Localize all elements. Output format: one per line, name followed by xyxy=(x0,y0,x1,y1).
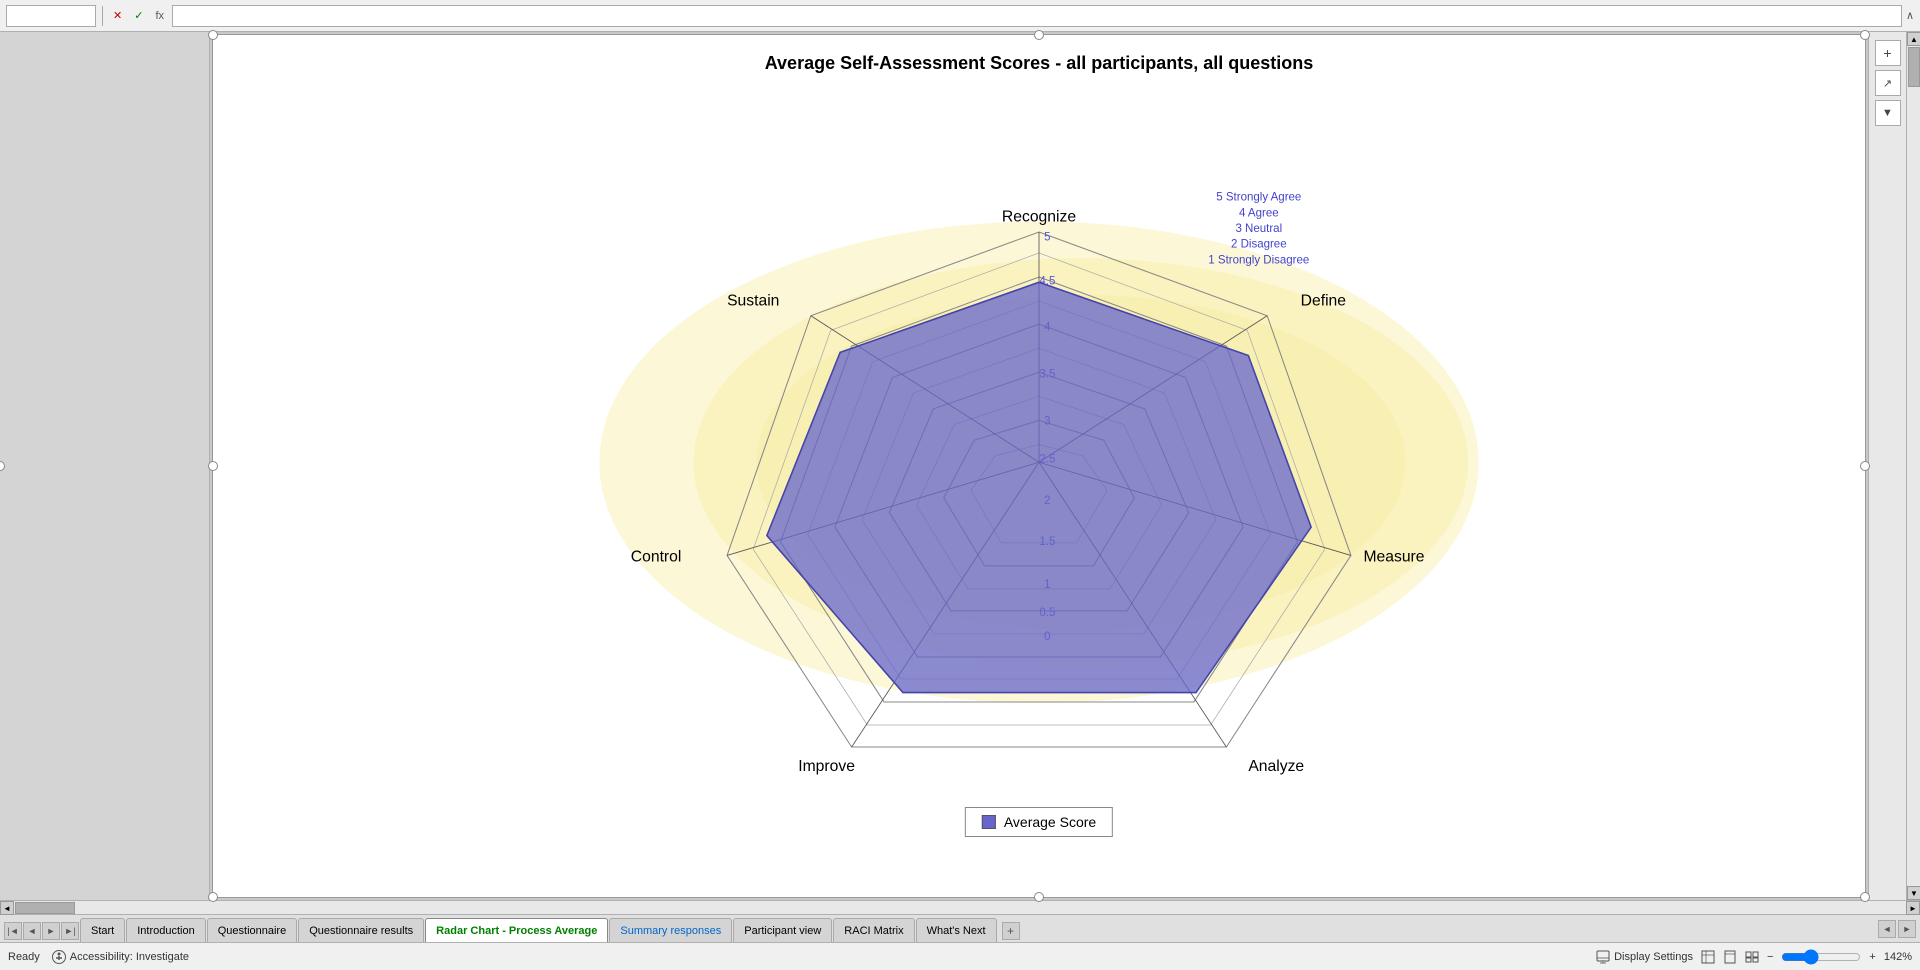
tab-raci-matrix[interactable]: RACI Matrix xyxy=(833,918,914,942)
tab-scroll-left[interactable]: ◄ xyxy=(1878,920,1896,938)
chart-controls-sidebar: + ↗ ▼ xyxy=(1868,32,1906,900)
tab-radar-chart[interactable]: Radar Chart - Process Average xyxy=(425,918,608,942)
svg-text:2 Disagree: 2 Disagree xyxy=(1231,239,1287,251)
tab-nav-last[interactable]: ►| xyxy=(61,922,79,940)
svg-text:Control: Control xyxy=(631,549,682,566)
tab-nav-first[interactable]: |◄ xyxy=(4,922,22,940)
bottom-right-handle[interactable] xyxy=(1860,892,1870,902)
top-center-handle[interactable] xyxy=(1034,30,1044,40)
chart-legend: Average Score xyxy=(965,807,1113,837)
h-scroll-track xyxy=(14,901,1906,914)
zoom-slider[interactable] xyxy=(1781,949,1861,965)
bottom-center-handle[interactable] xyxy=(1034,892,1044,902)
left-sidebar xyxy=(0,32,210,900)
formula-confirm-icon[interactable]: ✓ xyxy=(130,7,147,24)
bottom-left-handle[interactable] xyxy=(208,892,218,902)
display-settings-icon xyxy=(1596,950,1610,964)
main-area: Average Self-Assessment Scores - all par… xyxy=(0,32,1920,900)
svg-text:Recognize: Recognize xyxy=(1002,209,1076,226)
scroll-up-arrow[interactable]: ▲ xyxy=(1907,32,1920,46)
legend-color-swatch xyxy=(982,815,996,829)
svg-text:Improve: Improve xyxy=(798,758,855,775)
formula-cancel-icon[interactable]: ✕ xyxy=(109,7,126,24)
svg-text:Analyze: Analyze xyxy=(1248,758,1304,775)
status-ready: Ready xyxy=(8,951,40,963)
scroll-right-arrow[interactable]: ► xyxy=(1906,901,1920,915)
tab-start[interactable]: Start xyxy=(80,918,125,942)
tab-participant-view[interactable]: Participant view xyxy=(733,918,832,942)
tab-bar: |◄ ◄ ► ►| Start Introduction Questionnai… xyxy=(0,914,1920,942)
page-layout-icon[interactable] xyxy=(1723,950,1737,964)
zoom-in-btn[interactable]: + xyxy=(1869,951,1875,963)
zoom-level: 142% xyxy=(1884,951,1912,963)
top-right-handle[interactable] xyxy=(1860,30,1870,40)
tab-questionnaire[interactable]: Questionnaire xyxy=(207,918,298,942)
scroll-down-arrow[interactable]: ▼ xyxy=(1907,886,1920,900)
add-sheet-button[interactable]: + xyxy=(1002,922,1020,940)
display-settings-label: Display Settings xyxy=(1614,951,1693,963)
status-right: Display Settings − + 142% xyxy=(1596,949,1912,965)
status-bar: Ready Accessibility: Investigate Display… xyxy=(0,942,1920,970)
tab-questionnaire-results[interactable]: Questionnaire results xyxy=(298,918,424,942)
chart-zoom-in-button[interactable]: + xyxy=(1875,40,1901,66)
chart-container: Average Self-Assessment Scores - all par… xyxy=(212,34,1866,898)
svg-text:1 Strongly Disagree: 1 Strongly Disagree xyxy=(1208,254,1309,266)
vertical-scrollbar: ▲ ▼ xyxy=(1906,32,1920,900)
svg-text:Define: Define xyxy=(1301,292,1347,309)
chart-filter-button[interactable]: ▼ xyxy=(1875,100,1901,126)
formula-bar: ✕ ✓ fx ∧ xyxy=(0,0,1920,32)
svg-text:4 Agree: 4 Agree xyxy=(1239,207,1279,219)
top-left-handle[interactable] xyxy=(208,30,218,40)
formula-divider xyxy=(102,6,103,26)
tab-introduction[interactable]: Introduction xyxy=(126,918,205,942)
formula-expand-icon[interactable]: ∧ xyxy=(1906,9,1914,22)
tab-nav-next[interactable]: ► xyxy=(42,922,60,940)
radar-chart-svg: 4.5 4 3.5 3 2.5 2 1.5 1 0.5 0 5 Recogniz… xyxy=(213,75,1865,808)
accessibility-label: Accessibility: Investigate xyxy=(70,951,189,963)
page-break-icon[interactable] xyxy=(1745,950,1759,964)
scroll-thumb[interactable] xyxy=(1908,47,1920,87)
svg-text:5 Strongly Agree: 5 Strongly Agree xyxy=(1216,192,1301,204)
tab-scroll-right[interactable]: ► xyxy=(1898,920,1916,938)
chart-expand-button[interactable]: ↗ xyxy=(1875,70,1901,96)
svg-text:Measure: Measure xyxy=(1363,549,1424,566)
left-resize-handle[interactable] xyxy=(0,461,5,471)
tab-nav-prev[interactable]: ◄ xyxy=(23,922,41,940)
display-settings-btn[interactable]: Display Settings xyxy=(1596,950,1693,964)
scroll-track xyxy=(1907,46,1920,886)
formula-fx-icon[interactable]: fx xyxy=(151,8,168,24)
h-scroll-thumb[interactable] xyxy=(15,902,75,914)
zoom-out-btn[interactable]: − xyxy=(1767,951,1773,963)
formula-input[interactable] xyxy=(172,5,1902,27)
normal-view-icon[interactable] xyxy=(1701,950,1715,964)
accessibility-icon xyxy=(52,950,66,964)
svg-text:Sustain: Sustain xyxy=(727,292,779,309)
horizontal-scrollbar: ◄ ► xyxy=(0,900,1920,914)
svg-text:5: 5 xyxy=(1044,231,1050,243)
legend-label: Average Score xyxy=(1004,814,1096,830)
tab-whats-next[interactable]: What's Next xyxy=(916,918,997,942)
tab-summary-responses[interactable]: Summary responses xyxy=(609,918,732,942)
scroll-left-arrow[interactable]: ◄ xyxy=(0,901,14,915)
accessibility-status[interactable]: Accessibility: Investigate xyxy=(52,950,189,964)
cell-reference-box[interactable] xyxy=(6,5,96,27)
svg-text:3 Neutral: 3 Neutral xyxy=(1235,223,1282,235)
